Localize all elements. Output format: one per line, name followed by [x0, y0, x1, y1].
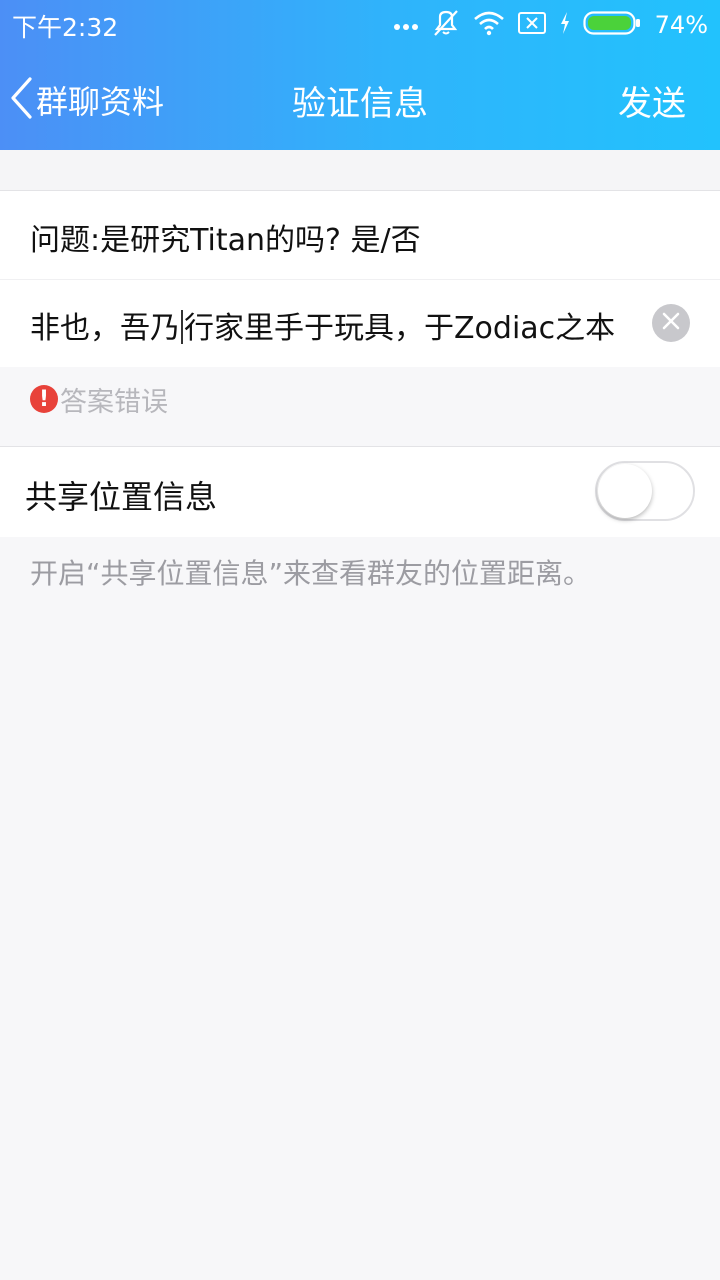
share-location-toggle[interactable]	[595, 461, 695, 521]
answer-text-after-caret: 行家里手于玩具，于Zodiac之本	[184, 311, 616, 346]
battery-icon	[583, 10, 641, 40]
answer-input[interactable]: 非也，吾乃 行家里手于玩具，于Zodiac之本	[30, 303, 630, 347]
toggle-knob	[598, 464, 652, 518]
error-message: ! 答案错误	[30, 382, 168, 418]
error-text: 答案错误	[60, 386, 168, 418]
header: 下午2:32 74% 群聊资料 验证信息 发送	[0, 0, 720, 150]
battery-percent: 74%	[654, 11, 708, 39]
share-location-hint: 开启“共享位置信息”来查看群友的位置距离。	[30, 557, 592, 590]
clear-input-button[interactable]	[652, 304, 690, 342]
question-text: 问题:是研究Titan的吗? 是/否	[30, 223, 421, 258]
nav-bar: 群聊资料 验证信息 发送	[0, 50, 720, 150]
answer-row: 非也，吾乃 行家里手于玩具，于Zodiac之本	[0, 280, 720, 367]
more-dots-icon	[393, 16, 419, 35]
page-title: 验证信息	[292, 84, 428, 124]
section-gap	[0, 150, 720, 190]
text-caret	[181, 310, 183, 344]
share-location-label: 共享位置信息	[25, 478, 218, 516]
wifi-icon	[473, 10, 505, 40]
share-location-row: 共享位置信息	[0, 447, 720, 537]
charging-icon	[559, 11, 571, 39]
sim-error-icon	[517, 11, 547, 39]
vibrate-off-icon	[431, 9, 461, 41]
status-icons: 74%	[393, 6, 708, 44]
close-icon	[661, 311, 681, 335]
answer-text-before-caret: 非也，吾乃	[30, 311, 180, 346]
error-icon: !	[30, 385, 58, 413]
send-button[interactable]: 发送	[618, 76, 686, 125]
question-row: 问题:是研究Titan的吗? 是/否	[0, 191, 720, 279]
status-time: 下午2:32	[12, 13, 119, 42]
status-bar: 下午2:32 74%	[0, 0, 720, 50]
